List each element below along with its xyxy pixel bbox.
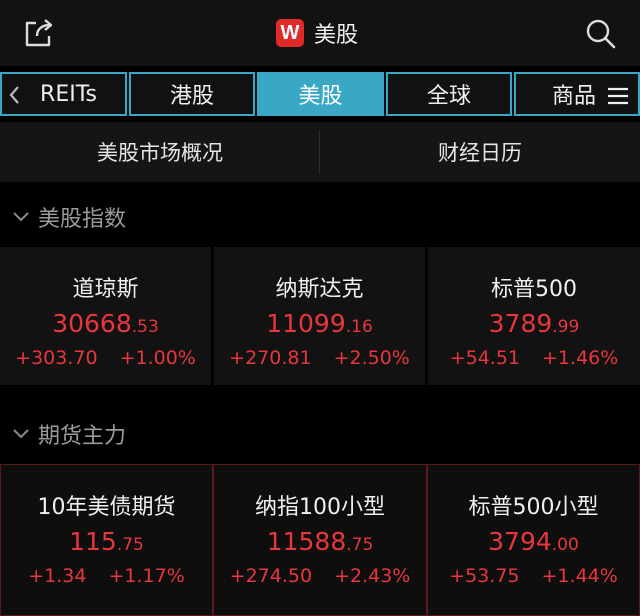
tab-label: 商品 <box>552 84 597 109</box>
group-title: 美股指数 <box>38 207 127 232</box>
futures-name: 纳指100小型 <box>255 495 385 520</box>
tab-label: 美股 <box>298 84 343 109</box>
change-percent: +1.44% <box>541 565 618 587</box>
change-value: +53.75 <box>449 565 520 587</box>
section-links: 美股市场概况 财经日历 <box>0 122 640 182</box>
futures-card-sp500-mini[interactable]: 标普500小型 3794.00 +53.75 +1.44% <box>427 464 640 616</box>
app-brand: W 美股 <box>276 18 358 48</box>
chevron-down-icon <box>13 212 29 222</box>
index-price: 30668.53 <box>0 309 211 338</box>
price-decimal: .75 <box>116 535 144 555</box>
change-value: +303.70 <box>15 347 98 369</box>
price-integer: 115 <box>69 527 117 556</box>
market-overview-link[interactable]: 美股市场概况 <box>0 122 320 182</box>
futures-card-nasdaq100-mini[interactable]: 纳指100小型 11588.75 +274.50 +2.43% <box>213 464 427 616</box>
change-percent: +1.46% <box>542 347 619 369</box>
change-value: +274.50 <box>229 565 313 587</box>
change-value: +1.34 <box>28 565 87 587</box>
index-changes: +54.51 +1.46% <box>428 347 640 369</box>
group-title: 期货主力 <box>38 424 127 449</box>
tab-hk-stocks[interactable]: 港股 <box>129 72 255 116</box>
futures-price: 115.75 <box>1 527 212 556</box>
index-changes: +303.70 +1.00% <box>0 347 211 369</box>
change-percent: +2.43% <box>334 565 411 587</box>
change-value: +270.81 <box>229 347 312 369</box>
index-card-dow[interactable]: 道琼斯 30668.53 +303.70 +1.00% <box>0 247 211 385</box>
change-percent: +2.50% <box>333 347 410 369</box>
brand-logo-icon: W <box>276 19 304 47</box>
index-changes: +270.81 +2.50% <box>214 347 425 369</box>
change-percent: +1.00% <box>119 347 196 369</box>
finance-calendar-link[interactable]: 财经日历 <box>320 122 640 182</box>
tab-commodities[interactable]: 商品 <box>514 72 640 116</box>
share-icon[interactable] <box>22 17 56 49</box>
tab-us-stocks[interactable]: 美股 <box>257 72 384 116</box>
price-decimal: .99 <box>552 317 580 337</box>
tab-reits[interactable]: REITs <box>0 72 127 116</box>
index-price: 11099.16 <box>214 309 425 338</box>
price-integer: 11588 <box>266 527 347 556</box>
price-decimal: .16 <box>345 317 373 337</box>
index-name: 纳斯达克 <box>275 277 364 302</box>
price-integer: 11099 <box>266 309 346 338</box>
index-name: 道琼斯 <box>72 277 139 302</box>
page-title: 美股 <box>314 23 359 48</box>
price-integer: 3789 <box>488 309 553 338</box>
tab-label: REITs <box>40 81 97 107</box>
price-decimal: .75 <box>346 535 374 555</box>
tab-label: 港股 <box>169 84 214 109</box>
change-value: +54.51 <box>449 347 521 369</box>
price-decimal: .00 <box>551 535 579 555</box>
futures-group-header[interactable]: 期货主力 <box>0 406 640 462</box>
market-tabs: REITs 港股 美股 全球 商品 <box>0 72 640 116</box>
index-card-sp500[interactable]: 标普500 3789.99 +54.51 +1.46% <box>428 247 640 385</box>
futures-changes: +53.75 +1.44% <box>428 565 639 587</box>
futures-name: 10年美债期货 <box>37 495 176 520</box>
futures-name: 标普500小型 <box>468 495 599 520</box>
search-icon[interactable] <box>585 18 617 50</box>
price-integer: 30668 <box>52 309 132 338</box>
change-percent: +1.17% <box>108 565 185 587</box>
price-decimal: .53 <box>131 317 159 337</box>
index-name: 标普500 <box>491 277 577 302</box>
futures-changes: +1.34 +1.17% <box>1 565 212 587</box>
chevron-left-icon[interactable] <box>8 85 20 105</box>
futures-card-10y-treasury[interactable]: 10年美债期货 115.75 +1.34 +1.17% <box>0 464 213 616</box>
futures-changes: +274.50 +2.43% <box>214 565 426 587</box>
price-integer: 3794 <box>488 527 552 556</box>
top-bar: W 美股 <box>0 0 640 66</box>
index-card-nasdaq[interactable]: 纳斯达克 11099.16 +270.81 +2.50% <box>214 247 425 385</box>
indices-group-header[interactable]: 美股指数 <box>0 189 640 245</box>
tab-global[interactable]: 全球 <box>386 72 512 116</box>
menu-icon[interactable] <box>606 86 630 106</box>
tab-label: 全球 <box>426 84 471 109</box>
chevron-down-icon <box>13 429 29 439</box>
index-price: 3789.99 <box>428 309 640 338</box>
futures-price: 3794.00 <box>428 527 639 556</box>
futures-price: 11588.75 <box>214 527 426 556</box>
